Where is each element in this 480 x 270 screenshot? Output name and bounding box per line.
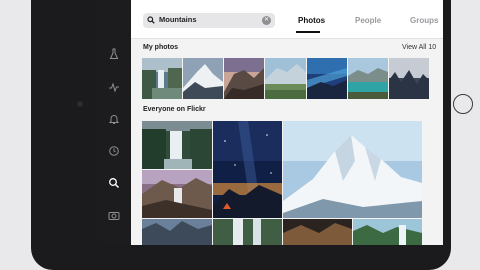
activity-icon[interactable] xyxy=(107,80,121,94)
search-icon[interactable] xyxy=(107,176,121,190)
sidebar xyxy=(97,0,131,245)
photo-thumbnail[interactable] xyxy=(353,219,422,245)
flask-icon[interactable] xyxy=(107,47,121,61)
notification-bell-icon[interactable] xyxy=(107,112,121,126)
photo-thumbnail[interactable] xyxy=(283,121,422,218)
photo-thumbnail[interactable] xyxy=(213,121,282,218)
photo-thumbnail[interactable] xyxy=(307,58,347,99)
everyone-heading: Everyone on Flickr xyxy=(143,106,206,113)
search-header: Mountains ✕ Photos People Groups xyxy=(131,0,443,39)
front-camera xyxy=(77,101,83,107)
photo-thumbnail[interactable] xyxy=(283,219,352,245)
app-screen: Mountains ✕ Photos People Groups My phot… xyxy=(97,0,443,245)
photo-thumbnail[interactable] xyxy=(348,58,388,99)
my-photos-heading: My photos xyxy=(143,44,178,51)
photo-thumbnail[interactable] xyxy=(142,121,212,169)
photo-thumbnail[interactable] xyxy=(265,58,306,99)
view-all-link[interactable]: View All 10 xyxy=(402,44,436,51)
photo-thumbnail[interactable] xyxy=(213,219,282,245)
search-field-icon xyxy=(147,16,155,24)
camera-icon[interactable] xyxy=(107,208,121,222)
clear-search-icon[interactable]: ✕ xyxy=(262,16,271,25)
tab-groups[interactable]: Groups xyxy=(410,16,438,25)
search-input[interactable]: Mountains ✕ xyxy=(143,13,275,28)
photo-thumbnail[interactable] xyxy=(142,58,182,99)
search-results-panel: Mountains ✕ Photos People Groups My phot… xyxy=(131,0,443,245)
photo-thumbnail[interactable] xyxy=(142,170,212,218)
photo-thumbnail[interactable] xyxy=(389,58,429,99)
clock-icon[interactable] xyxy=(107,144,121,158)
photo-thumbnail[interactable] xyxy=(224,58,264,99)
active-tab-indicator xyxy=(296,31,320,33)
tab-people[interactable]: People xyxy=(355,16,381,25)
tab-photos[interactable]: Photos xyxy=(298,16,325,25)
search-query: Mountains xyxy=(159,15,197,24)
photo-thumbnail[interactable] xyxy=(142,219,212,245)
photo-thumbnail[interactable] xyxy=(183,58,223,99)
home-button[interactable] xyxy=(453,94,473,114)
